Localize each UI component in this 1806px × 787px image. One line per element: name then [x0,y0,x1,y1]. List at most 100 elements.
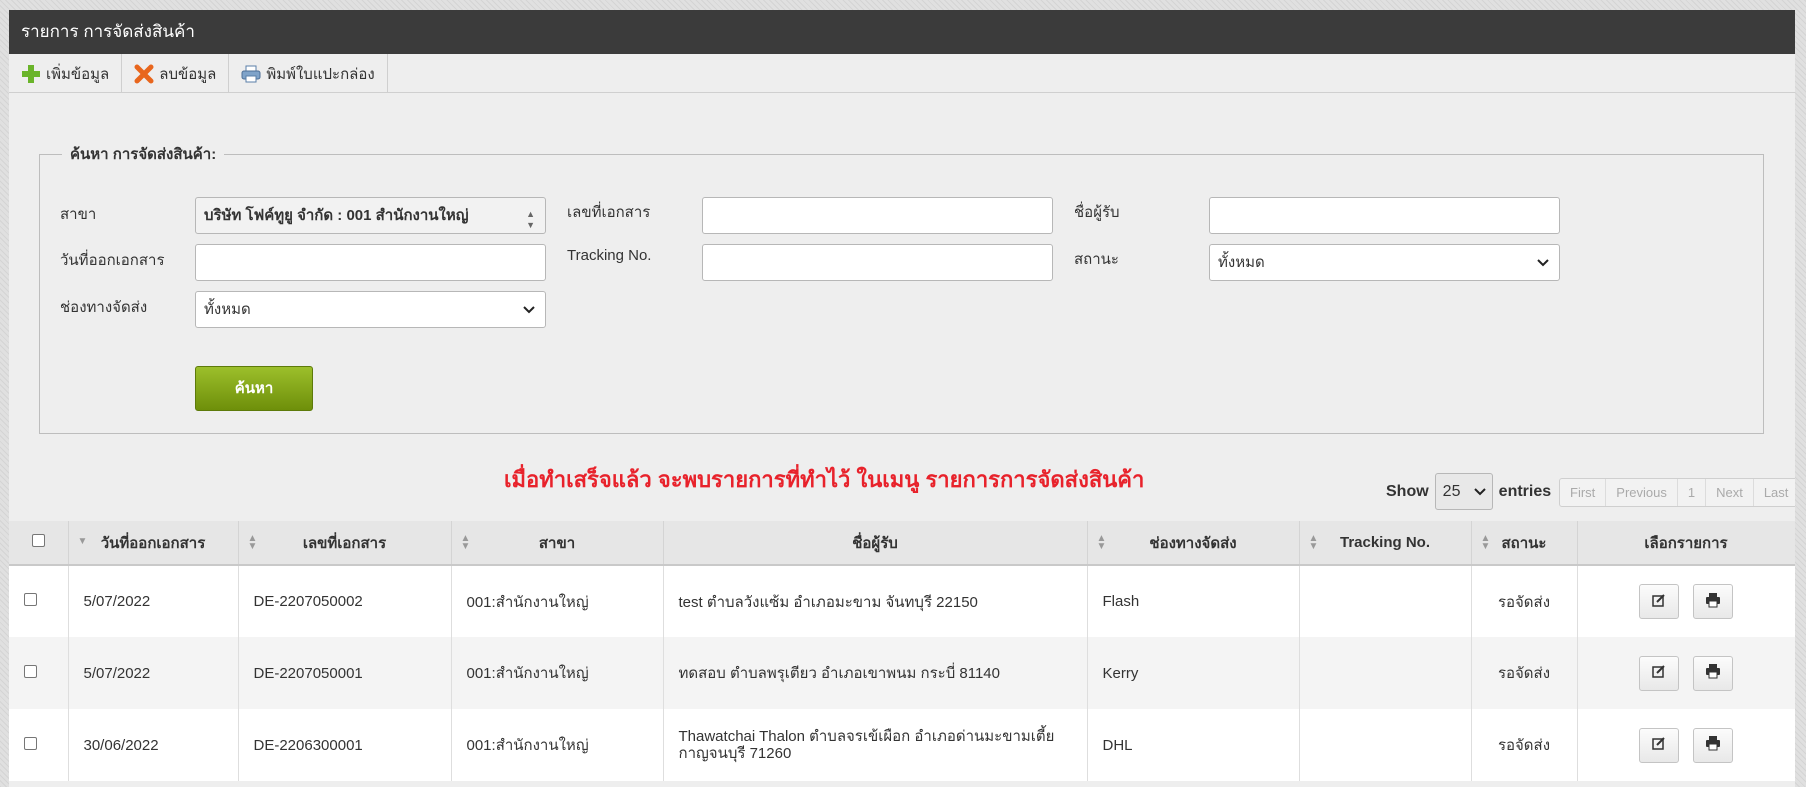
table-row: 30/06/2022 DE-2206300001 001:สำนักงานใหญ… [9,709,1795,781]
cell-date: 5/07/2022 [68,637,239,709]
recipient-label: ชื่อผู้รับ [1074,204,1120,221]
page-length-value: 25 [1442,483,1461,500]
cell-channel: Kerry [1087,637,1300,709]
row-checkbox[interactable] [24,664,37,678]
page-length-select[interactable]: 25 [1434,473,1493,510]
updown-icon: ▲ ▼ [526,209,535,230]
completion-notice: เมื่อทำเสร็จแล้ว จะพบรายการที่ทำไว้ ในเม… [504,467,1145,492]
printer-icon [1705,735,1721,755]
delete-x-icon [134,64,154,84]
cell-docno: DE-2207050002 [238,565,452,637]
cell-status: รอจัดส่ง [1471,637,1578,709]
status-select[interactable]: ทั้งหมด [1209,244,1560,281]
col-actions: เลือกรายการ [1577,521,1795,566]
sort-icon: ▲ ▼ [1480,533,1491,552]
search-button[interactable]: ค้นหา [195,366,313,411]
pager-next[interactable]: Next [1706,479,1754,506]
cell-channel: DHL [1087,709,1300,781]
cell-docno: DE-2206300001 [238,709,452,781]
edit-button[interactable] [1638,584,1679,619]
pager-first[interactable]: First [1560,479,1607,506]
chevron-down-icon [1473,474,1486,522]
col-date[interactable]: ▼ วันที่ออกเอกสาร [68,521,239,566]
pager-page-1[interactable]: 1 [1678,479,1707,506]
search-legend: ค้นหา การจัดส่งสินค้า: [70,146,217,163]
col-status[interactable]: ▲ ▼ สถานะ [1471,521,1578,566]
cell-actions [1577,637,1795,709]
col-branch[interactable]: ▲ ▼ สาขา [451,521,664,566]
channel-select[interactable]: ทั้งหมด [195,291,546,328]
pagination: First Previous 1 Next Last [1559,478,1795,507]
page-length-control: Show 25 entries [1386,473,1551,510]
select-all-cell [9,521,69,566]
col-recipient[interactable]: ชื่อผู้รับ [663,521,1088,566]
col-tracking[interactable]: ▲ ▼ Tracking No. [1299,521,1472,566]
table-row: 5/07/2022 DE-2207050001 001:สำนักงานใหญ่… [9,637,1795,709]
sort-icon: ▲ ▼ [1096,533,1107,552]
edit-icon [1651,663,1667,683]
edit-button[interactable] [1638,655,1679,691]
print-button[interactable] [1693,655,1734,691]
cell-date: 30/06/2022 [68,709,239,781]
show-label: Show [1386,482,1429,500]
printer-icon [241,64,261,84]
date-label: วันที่ออกเอกสาร [60,252,165,269]
main-panel: รายการ การจัดส่งสินค้า เพิ่มข้อมูล ลบข้อ… [9,10,1795,787]
print-label-button-label: พิมพ์ใบแปะกล่อง [266,65,375,83]
print-label-button[interactable]: พิมพ์ใบแปะกล่อง [229,54,388,93]
sort-icon: ▲ ▼ [1308,533,1319,552]
edit-icon [1651,735,1667,755]
printer-icon [1705,663,1721,683]
tracking-label: Tracking No. [567,247,652,264]
channel-label: ช่องทางจัดส่ง [60,299,148,316]
docno-input[interactable] [702,197,1053,234]
cell-recipient: Thawatchai Thalon ตำบลจรเข้เผือก อำเภอด่… [663,709,1088,781]
plus-icon [21,64,41,84]
row-select-cell [9,709,69,781]
select-all-checkbox[interactable] [31,534,45,547]
cell-status: รอจัดส่ง [1471,565,1578,637]
shipments-table: ▼ วันที่ออกเอกสาร ▲ ▼ เลขที่เอกสาร ▲ ▼ สาขา ช… [9,521,1795,781]
col-channel[interactable]: ▲ ▼ ช่องทางจัดส่ง [1087,521,1300,566]
status-select-value: ทั้งหมด [1218,254,1265,271]
date-input[interactable] [195,244,546,281]
page-title: รายการ การจัดส่งสินค้า [9,10,1795,54]
cell-date: 5/07/2022 [68,565,239,637]
cell-tracking [1299,637,1472,709]
print-button[interactable] [1693,584,1734,619]
row-checkbox[interactable] [24,593,37,606]
branch-select[interactable]: บริษัท โฟค์ทูยู จำกัด : 001 สำนักงานใหญ่… [195,197,546,234]
branch-label: สาขา [60,206,97,223]
add-button[interactable]: เพิ่มข้อมูล [9,54,123,93]
add-button-label: เพิ่มข้อมูล [46,65,110,83]
cell-branch: 001:สำนักงานใหญ่ [451,709,664,781]
table-row: 5/07/2022 DE-2207050002 001:สำนักงานใหญ่… [9,565,1795,637]
cell-docno: DE-2207050001 [238,637,452,709]
cell-tracking [1299,565,1472,637]
cell-branch: 001:สำนักงานใหญ่ [451,565,664,637]
delete-button-label: ลบข้อมูล [159,65,217,83]
row-select-cell [9,565,69,637]
print-button[interactable] [1693,727,1734,763]
sort-desc-icon: ▼ [77,536,88,547]
cell-channel: Flash [1087,565,1300,637]
cell-recipient: ทดสอบ ตำบลพรุเตียว อำเภอเขาพนม กระบี่ 81… [663,637,1088,709]
table-header-row: ▼ วันที่ออกเอกสาร ▲ ▼ เลขที่เอกสาร ▲ ▼ สาขา ช… [9,521,1795,566]
pager-last[interactable]: Last [1754,479,1795,506]
edit-button[interactable] [1638,727,1679,763]
delete-button[interactable]: ลบข้อมูล [122,54,230,93]
cell-recipient: test ตำบลวังแซ้ม อำเภอมะขาม จันทบุรี 221… [663,565,1088,637]
cell-actions [1577,565,1795,637]
cell-actions [1577,709,1795,781]
entries-label: entries [1498,482,1552,500]
tracking-input[interactable] [702,244,1053,281]
sort-icon: ▲ ▼ [247,533,258,552]
recipient-input[interactable] [1209,197,1560,234]
sort-icon: ▲ ▼ [460,533,471,552]
row-checkbox[interactable] [24,736,37,750]
channel-select-value: ทั้งหมด [204,301,251,318]
edit-icon [1651,592,1667,612]
pager-previous[interactable]: Previous [1606,479,1678,506]
col-docno[interactable]: ▲ ▼ เลขที่เอกสาร [238,521,452,566]
toolbar: เพิ่มข้อมูล ลบข้อมูล พิมพ์ใบแปะกล่อง [9,54,1795,93]
